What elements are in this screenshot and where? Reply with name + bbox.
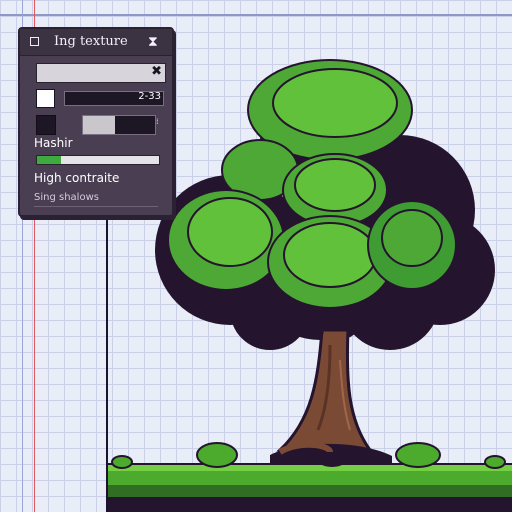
texture-name-field[interactable]: ✖ (36, 63, 166, 83)
shadows-label[interactable]: Sing shalows (34, 192, 99, 203)
value-field[interactable]: 2-33 (64, 91, 164, 106)
hashing-progress-fill (37, 156, 62, 164)
panel-title: Ing texture (54, 34, 128, 49)
hashing-label: Hashir (34, 136, 73, 150)
texture-slider[interactable] (82, 115, 156, 135)
slider-tick-icon: ⁞ (156, 117, 159, 126)
x-icon[interactable]: ✖ (151, 64, 162, 79)
panel-titlebar[interactable]: Ing texture ⧗ (20, 29, 172, 56)
contrast-label[interactable]: High contraite (34, 171, 119, 185)
texture-panel: Ing texture ⧗ ✖ 2-33 ⁞ Hashir High contr… (18, 27, 174, 217)
grass-ground (108, 441, 512, 512)
panel-divider (34, 206, 158, 207)
hourglass-close-icon[interactable]: ⧗ (148, 34, 158, 50)
slider-fill (83, 116, 116, 134)
color-swatch-dark[interactable] (36, 115, 56, 135)
value-text: 2-33 (138, 91, 161, 102)
square-outline-icon[interactable] (30, 37, 39, 46)
hashing-progress[interactable] (36, 155, 160, 165)
color-swatch-white[interactable] (36, 89, 55, 108)
